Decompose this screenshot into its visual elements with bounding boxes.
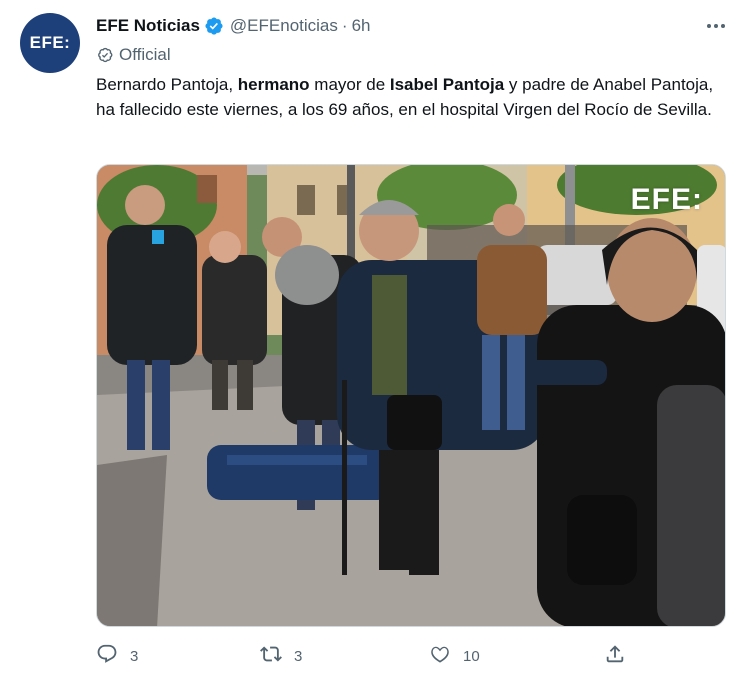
tweet-text-segment: Bernardo Pantoja, (96, 75, 238, 94)
more-options-icon[interactable] (702, 14, 730, 38)
share-icon (604, 643, 626, 670)
avatar[interactable]: EFE: (20, 13, 80, 73)
retweet-icon (260, 643, 282, 670)
official-label-row: Official (96, 44, 171, 66)
avatar-logo-text: EFE: (29, 33, 71, 52)
efe-watermark: EFE: (630, 183, 703, 216)
tweet-header: EFE Noticias @EFEnoticias · 6h (96, 14, 370, 38)
tweet-actions: 3 3 10 (96, 642, 726, 670)
official-badge-icon (96, 46, 114, 64)
official-label: Official (119, 45, 171, 64)
share-button[interactable] (604, 642, 626, 670)
tweet-text-bold: Isabel Pantoja (389, 75, 505, 94)
verified-badge-icon[interactable] (204, 16, 224, 36)
account-name[interactable]: EFE Noticias (96, 16, 200, 36)
retweet-button[interactable]: 3 (260, 642, 302, 670)
tweet[interactable]: EFE: EFE Noticias @EFEnoticias · 6h Offi… (0, 0, 744, 700)
account-handle[interactable]: @EFEnoticias (230, 16, 338, 36)
heart-icon (429, 643, 451, 670)
like-button[interactable]: 10 (429, 642, 480, 670)
retweet-count: 3 (294, 647, 303, 665)
tweet-text-bold: hermano (237, 75, 310, 94)
tweet-text: Bernardo Pantoja, hermano mayor de Isabe… (96, 73, 726, 122)
tweet-timestamp[interactable]: 6h (352, 16, 371, 36)
reply-button[interactable]: 3 (96, 642, 138, 670)
tweet-text-segment: mayor de (309, 75, 390, 94)
reply-count: 3 (130, 647, 139, 665)
street-scene-photo (97, 165, 725, 626)
tweet-photo[interactable]: EFE: (96, 164, 726, 627)
like-count: 10 (463, 647, 480, 665)
reply-icon (96, 643, 118, 670)
separator-dot: · (341, 16, 348, 35)
